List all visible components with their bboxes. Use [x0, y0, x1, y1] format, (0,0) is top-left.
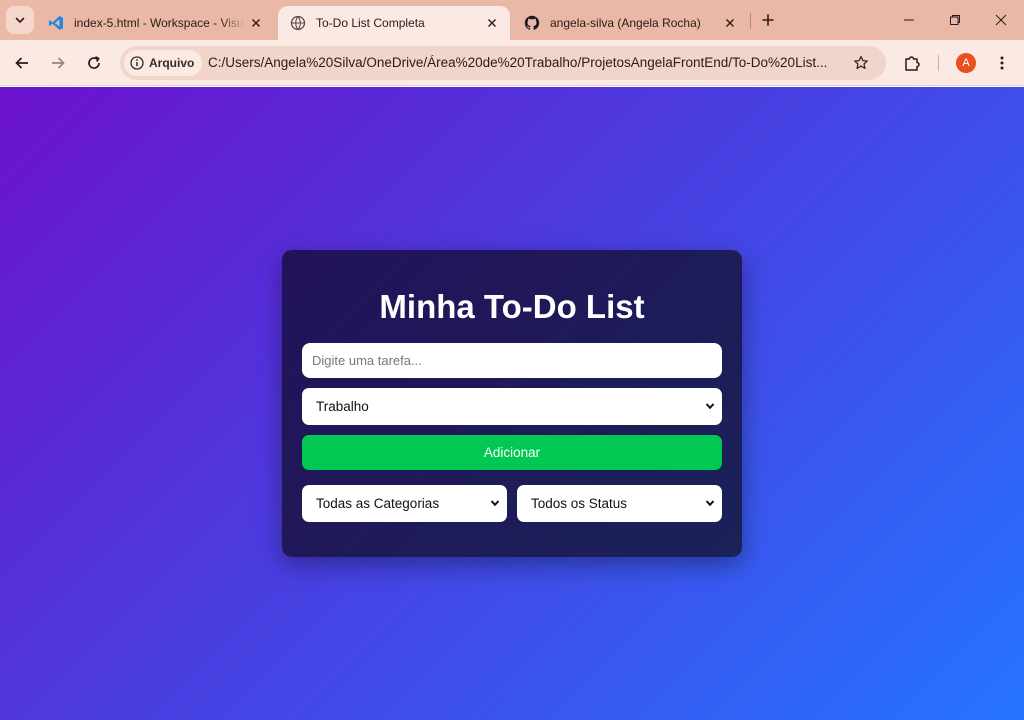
page-title: Minha To-Do List	[379, 288, 645, 325]
url-text[interactable]: C:/Users/Angela%20Silva/OneDrive/Área%20…	[208, 46, 840, 80]
tab-todo-list[interactable]: To-Do List Completa	[278, 6, 510, 40]
filter-category-value: Todas as Categorias	[316, 496, 440, 511]
restore-icon	[950, 15, 960, 25]
chevron-down-icon	[15, 17, 25, 24]
tab-label: To-Do List Completa	[316, 16, 425, 30]
reload-icon	[88, 56, 100, 69]
chevron-down-icon	[705, 403, 715, 410]
tab-label: index-5.html - Workspace - Visual Studio…	[74, 16, 246, 30]
tab-label: angela-silva (Angela Rocha)	[550, 16, 701, 30]
minimize-icon	[904, 19, 914, 21]
profile-avatar[interactable]: A	[956, 53, 976, 73]
tab-separator	[750, 13, 751, 29]
toolbar-separator	[938, 55, 939, 71]
category-select[interactable]: Trabalho	[302, 388, 722, 425]
tab-strip: index-5.html - Workspace - Visual Studio…	[0, 0, 1024, 40]
restore-button[interactable]	[932, 0, 978, 40]
arrow-left-icon	[15, 57, 28, 69]
puzzle-icon	[905, 56, 920, 71]
extensions-button[interactable]	[900, 51, 924, 75]
more-vertical-icon	[1000, 56, 1004, 70]
category-select-value: Trabalho	[316, 399, 369, 414]
task-input[interactable]	[302, 343, 722, 378]
page-viewport: Minha To-Do List Trabalho Adicionar Toda…	[0, 87, 1024, 720]
info-icon	[130, 56, 144, 70]
chevron-down-icon	[490, 500, 500, 507]
todo-card: Minha To-Do List Trabalho Adicionar Toda…	[282, 250, 742, 557]
close-tab-button[interactable]	[246, 13, 266, 33]
filter-status-value: Todos os Status	[531, 496, 628, 511]
tab-vscode[interactable]: index-5.html - Workspace - Visual Studio…	[36, 6, 274, 40]
close-icon	[488, 19, 496, 27]
bookmark-button[interactable]	[850, 52, 872, 74]
browser-toolbar: Arquivo C:/Users/Angela%20Silva/OneDrive…	[0, 40, 1024, 86]
new-tab-button[interactable]	[756, 8, 780, 32]
close-tab-button[interactable]	[720, 13, 740, 33]
tab-github[interactable]: angela-silva (Angela Rocha)	[512, 6, 748, 40]
filter-category-select[interactable]: Todas as Categorias	[302, 485, 507, 522]
address-bar[interactable]: Arquivo C:/Users/Angela%20Silva/OneDrive…	[120, 46, 886, 80]
globe-icon	[290, 15, 306, 31]
window-close-button[interactable]	[978, 0, 1024, 40]
add-task-button[interactable]: Adicionar	[302, 435, 722, 470]
minimize-button[interactable]	[886, 0, 932, 40]
tab-search-button[interactable]	[6, 6, 34, 34]
vscode-icon	[49, 16, 63, 30]
close-icon	[726, 19, 734, 27]
filter-status-select[interactable]: Todos os Status	[517, 485, 722, 522]
site-info-label: Arquivo	[149, 56, 195, 70]
close-icon	[252, 19, 260, 27]
star-icon	[854, 55, 868, 70]
github-icon	[524, 15, 540, 30]
close-tab-button[interactable]	[482, 13, 502, 33]
reload-button[interactable]	[80, 49, 108, 77]
arrow-right-icon	[52, 57, 65, 69]
site-info-chip[interactable]: Arquivo	[124, 50, 203, 76]
close-icon	[995, 14, 1007, 26]
chevron-down-icon	[705, 500, 715, 507]
forward-button[interactable]	[44, 49, 72, 77]
plus-icon	[762, 14, 774, 26]
browser-menu-button[interactable]	[990, 51, 1014, 75]
back-button[interactable]	[8, 49, 36, 77]
